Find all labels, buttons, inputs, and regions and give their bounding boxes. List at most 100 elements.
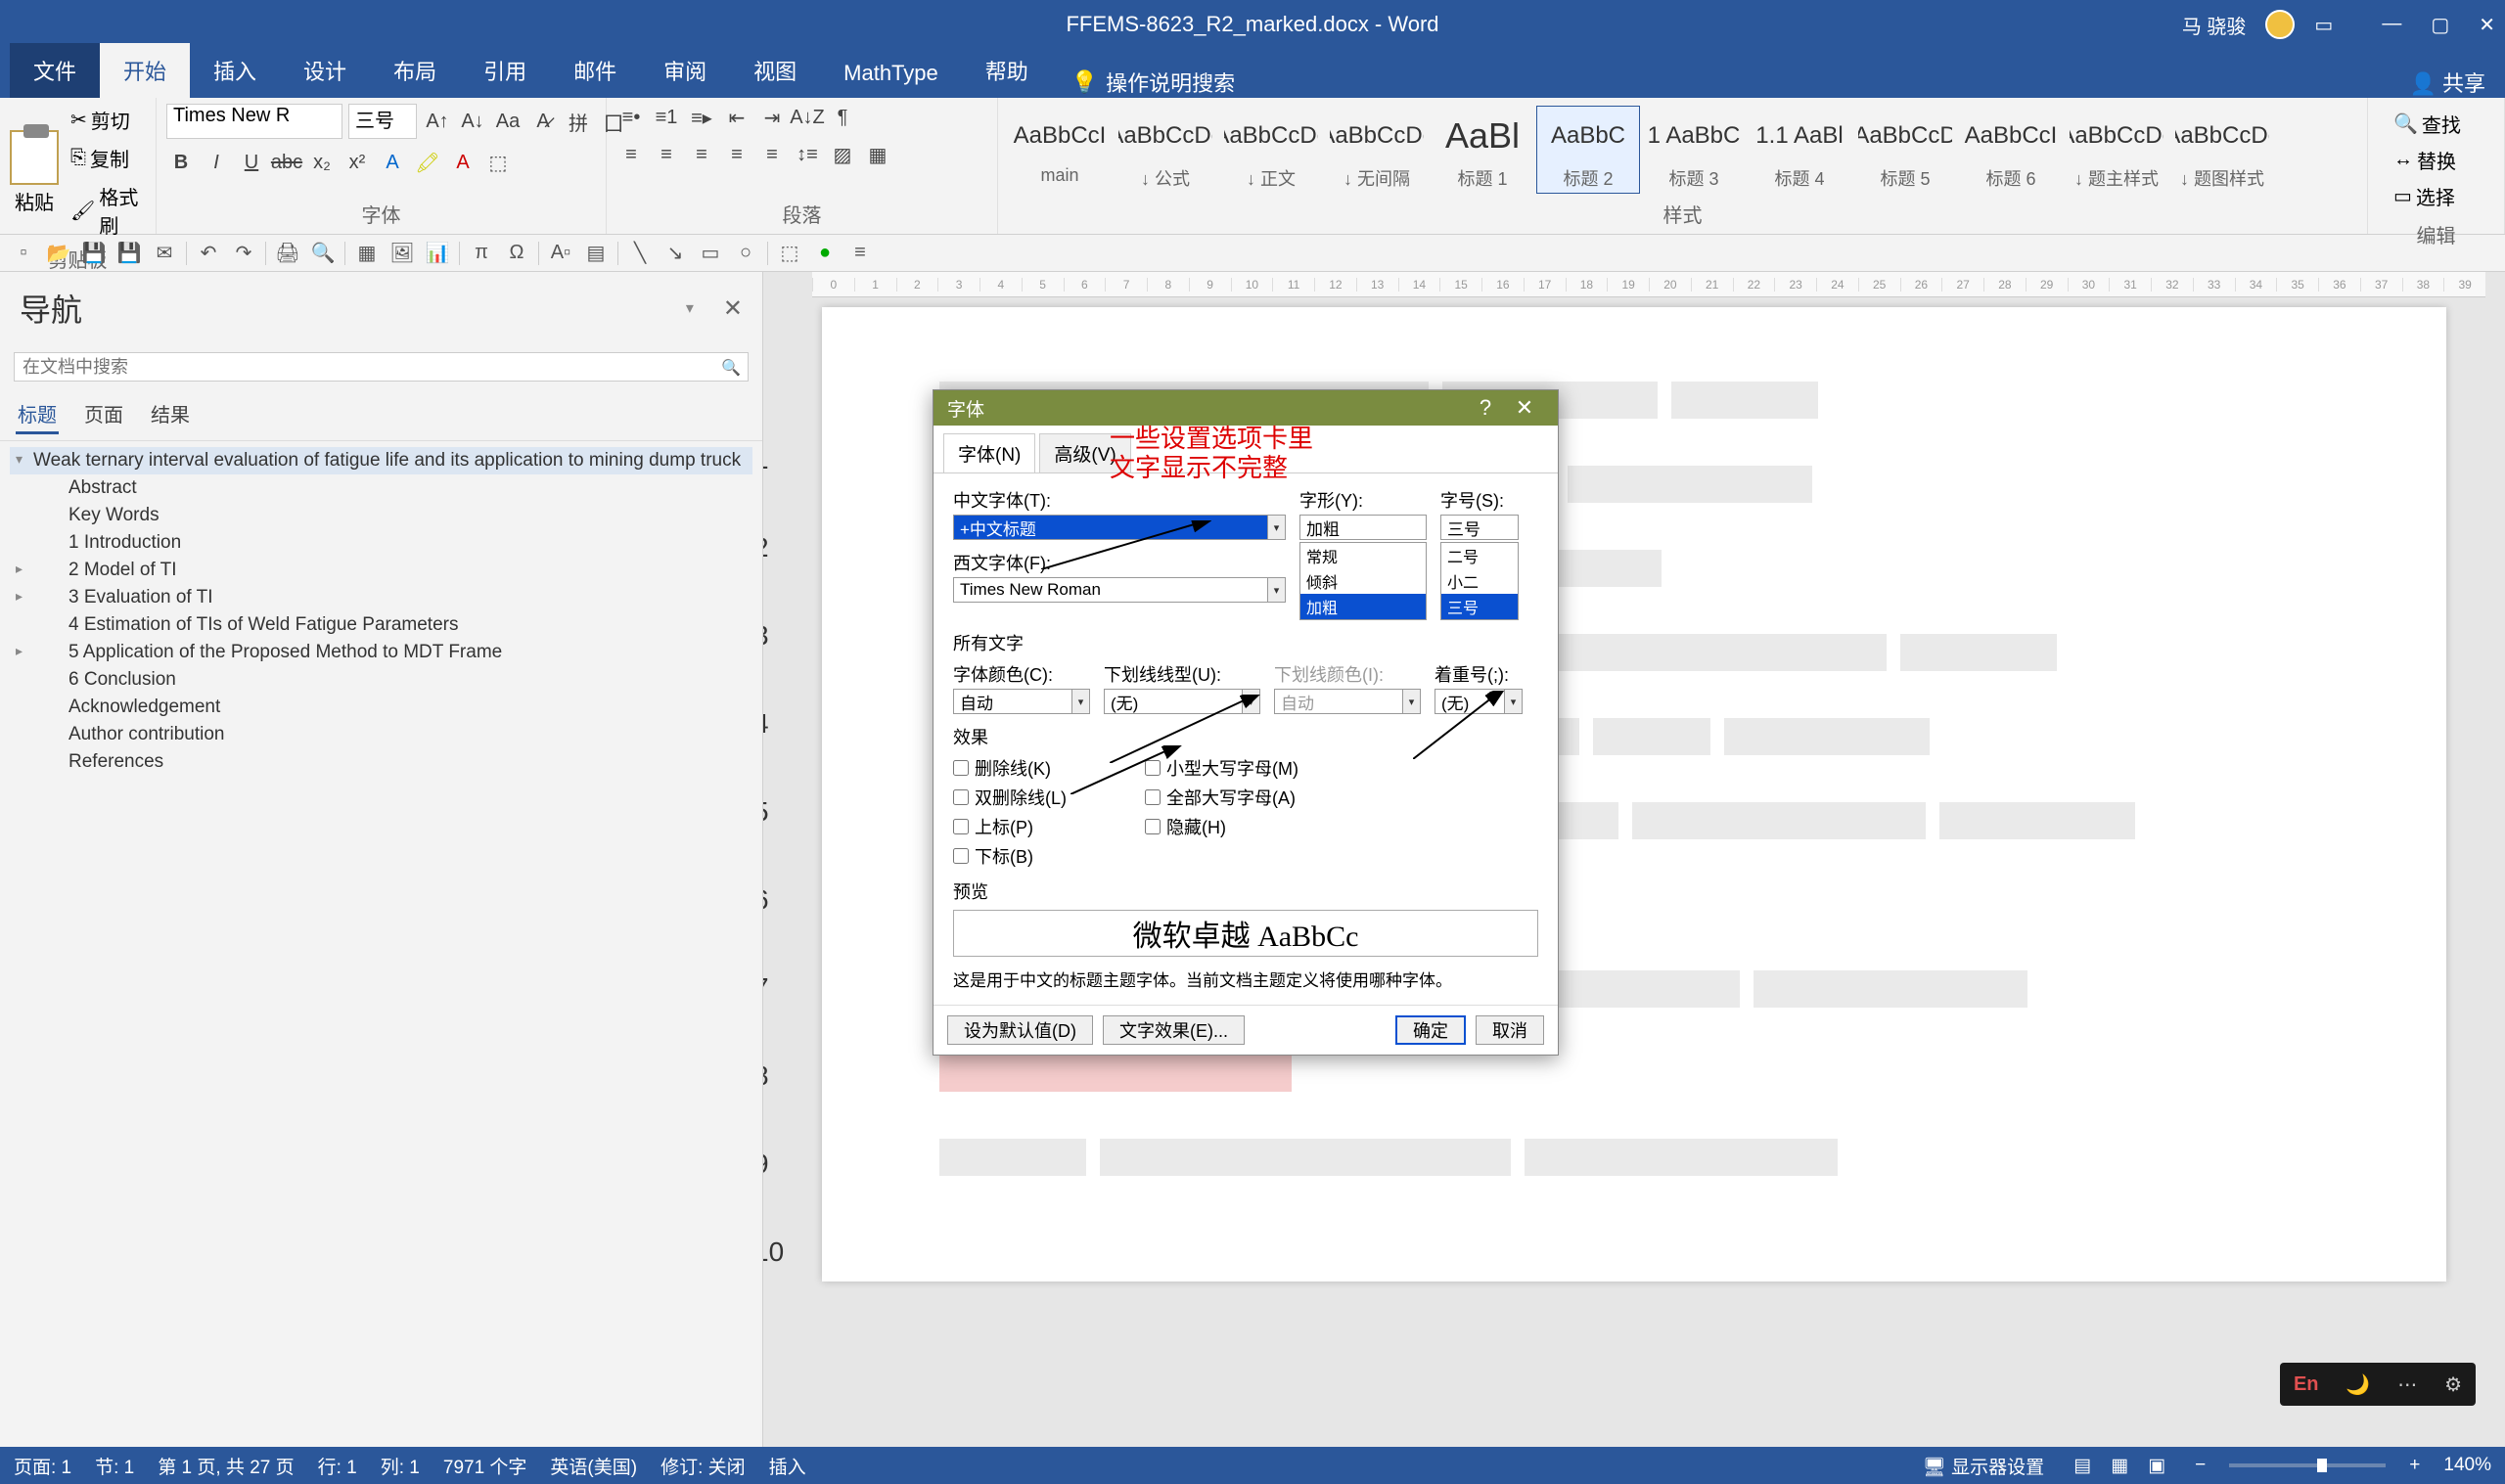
style-item[interactable]: AaBbCcImain — [1008, 106, 1112, 194]
subscript-icon[interactable]: x₂ — [307, 149, 337, 176]
font-name-select[interactable]: Times New R — [166, 104, 342, 139]
styles-gallery[interactable]: AaBbCcImainAaBbCcDc↓ 公式AaBbCcDc↓ 正文AaBbC… — [1008, 106, 2274, 194]
nav-tree-item[interactable]: ▸2 Model of TI — [10, 557, 752, 584]
zoom-out-icon[interactable]: − — [2195, 1455, 2206, 1476]
view-web-icon[interactable]: ▣ — [2142, 1453, 2171, 1478]
zoom-level[interactable]: 140% — [2443, 1455, 2491, 1476]
nav-tree-item[interactable]: Abstract — [10, 474, 752, 502]
underline-icon[interactable]: U — [237, 149, 266, 176]
style-item[interactable]: AaBbCcI标题 6 — [1959, 106, 2063, 194]
effect-checkbox[interactable]: 上标(P) — [953, 814, 1067, 839]
emphasis-combo[interactable]: (无)▾ — [1435, 689, 1523, 714]
maximize-button[interactable]: ▢ — [2431, 13, 2449, 37]
phonetic-icon[interactable]: 拼 — [564, 108, 593, 135]
zoom-in-icon[interactable]: + — [2409, 1455, 2420, 1476]
font-color-icon[interactable]: A — [448, 149, 478, 176]
dialog-titlebar[interactable]: 字体 ? ✕ — [934, 390, 1558, 426]
style-item[interactable]: AaBbCcDc↓ 题图样式 — [2170, 106, 2274, 194]
qat-redo-icon[interactable]: ↷ — [230, 240, 257, 267]
status-words[interactable]: 7971 个字 — [443, 1453, 527, 1479]
cancel-button[interactable]: 取消 — [1476, 1015, 1544, 1045]
status-track-changes[interactable]: 修订: 关闭 — [660, 1453, 746, 1479]
increase-font-icon[interactable]: A↑ — [423, 108, 452, 135]
borders-icon[interactable]: ▦ — [863, 141, 892, 168]
change-case-icon[interactable]: Aa — [493, 108, 523, 135]
close-window-button[interactable]: ✕ — [2479, 13, 2495, 37]
tab-design[interactable]: 设计 — [280, 43, 370, 98]
style-item[interactable]: AaBbCcDc↓ 无间隔 — [1325, 106, 1429, 194]
horizontal-ruler[interactable]: 0123456789101112131415161718192021222324… — [812, 272, 2485, 297]
nav-tree-item[interactable]: 1 Introduction — [10, 529, 752, 557]
nav-dropdown-icon[interactable]: ▾ — [686, 298, 694, 318]
distribute-icon[interactable]: ≡ — [757, 141, 787, 168]
qat-circle-icon[interactable]: ● — [811, 240, 839, 267]
chinese-font-combo[interactable]: +中文标题▾ — [953, 515, 1286, 540]
tab-file[interactable]: 文件 — [10, 43, 100, 98]
nav-tree-item[interactable]: Author contribution — [10, 721, 752, 748]
tab-insert[interactable]: 插入 — [190, 43, 280, 98]
tab-review[interactable]: 审阅 — [640, 43, 730, 98]
qat-ellipse-icon[interactable]: ○ — [732, 240, 759, 267]
clear-format-icon[interactable]: A̷ — [528, 108, 558, 135]
qat-chart-icon[interactable]: 📊 — [424, 240, 451, 267]
effect-checkbox[interactable]: 小型大写字母(M) — [1145, 755, 1298, 781]
ime-dots-icon[interactable]: ⋯ — [2397, 1372, 2417, 1397]
font-size-input[interactable]: 三号 — [1440, 515, 1519, 540]
western-font-combo[interactable]: Times New Roman▾ — [953, 577, 1286, 603]
style-item[interactable]: AaBbC标题 2 — [1536, 106, 1640, 194]
increase-indent-icon[interactable]: ⇥ — [757, 104, 787, 131]
qat-more-icon[interactable]: ≡ — [846, 240, 874, 267]
style-item[interactable]: AaBbCcDc↓ 正文 — [1219, 106, 1323, 194]
text-effects-button[interactable]: 文字效果(E)... — [1103, 1015, 1245, 1045]
sort-icon[interactable]: A↓Z — [793, 104, 822, 131]
qat-picture-icon[interactable]: 🖼 — [388, 240, 416, 267]
bold-icon[interactable]: B — [166, 149, 196, 176]
qat-mail-icon[interactable]: ✉ — [151, 240, 178, 267]
paste-button[interactable]: 粘贴 — [10, 130, 59, 215]
text-effects-icon[interactable]: A — [378, 149, 407, 176]
qat-symbol-icon[interactable]: Ω — [503, 240, 530, 267]
status-page[interactable]: 页面: 1 — [14, 1453, 71, 1479]
underline-style-combo[interactable]: (无)▾ — [1104, 689, 1260, 714]
nav-tree-item[interactable]: ▸5 Application of the Proposed Method to… — [10, 639, 752, 666]
font-size-listbox[interactable]: 二号小二三号 — [1440, 542, 1519, 620]
dialog-close-icon[interactable]: ✕ — [1505, 395, 1544, 421]
show-marks-icon[interactable]: ¶ — [828, 104, 857, 131]
shading-icon[interactable]: ▨ — [828, 141, 857, 168]
nav-tree-item[interactable]: ▾Weak ternary interval evaluation of fat… — [10, 447, 752, 474]
qat-quickparts-icon[interactable]: ▤ — [582, 240, 610, 267]
nav-search-input[interactable] — [14, 352, 749, 382]
char-shading-icon[interactable]: ⬚ — [483, 149, 513, 176]
nav-tree-item[interactable]: ▸3 Evaluation of TI — [10, 584, 752, 611]
justify-icon[interactable]: ≡ — [722, 141, 752, 168]
font-style-listbox[interactable]: 常规倾斜加粗 — [1299, 542, 1427, 620]
style-item[interactable]: 1 AaBbC标题 3 — [1642, 106, 1746, 194]
effect-checkbox[interactable]: 隐藏(H) — [1145, 814, 1298, 839]
nav-close-icon[interactable]: ✕ — [723, 294, 743, 323]
qat-preview-icon[interactable]: 🔍 — [309, 240, 337, 267]
qat-undo-icon[interactable]: ↶ — [195, 240, 222, 267]
cut-button[interactable]: ✂剪切 — [67, 104, 146, 136]
qat-line-icon[interactable]: ╲ — [626, 240, 654, 267]
bullets-icon[interactable]: ≡• — [616, 104, 646, 131]
view-print-icon[interactable]: ▦ — [2105, 1453, 2134, 1478]
ime-floating-bar[interactable]: En 🌙 ⋯ ⚙ — [2280, 1363, 2476, 1406]
qat-rect-icon[interactable]: ▭ — [697, 240, 724, 267]
nav-tab-results[interactable]: 结果 — [149, 395, 192, 434]
qat-new-icon[interactable]: ▫ — [10, 240, 37, 267]
nav-tree-item[interactable]: Acknowledgement — [10, 694, 752, 721]
style-item[interactable]: AaBbCcDc↓ 题主样式 — [2065, 106, 2168, 194]
qat-save-icon[interactable]: 💾 — [80, 240, 108, 267]
tab-references[interactable]: 引用 — [460, 43, 550, 98]
decrease-font-icon[interactable]: A↓ — [458, 108, 487, 135]
copy-button[interactable]: ⎘复制 — [67, 142, 146, 174]
tell-me-search[interactable]: 💡 操作说明搜索 — [1071, 67, 1235, 98]
effect-checkbox[interactable]: 删除线(K) — [953, 755, 1067, 781]
dialog-help-icon[interactable]: ? — [1466, 395, 1505, 421]
multilevel-icon[interactable]: ≡▸ — [687, 104, 716, 131]
nav-tree-item[interactable]: Key Words — [10, 502, 752, 529]
superscript-icon[interactable]: x² — [342, 149, 372, 176]
status-insert-mode[interactable]: 插入 — [769, 1453, 806, 1479]
status-section[interactable]: 节: 1 — [95, 1453, 134, 1479]
status-language[interactable]: 英语(美国) — [550, 1453, 637, 1479]
